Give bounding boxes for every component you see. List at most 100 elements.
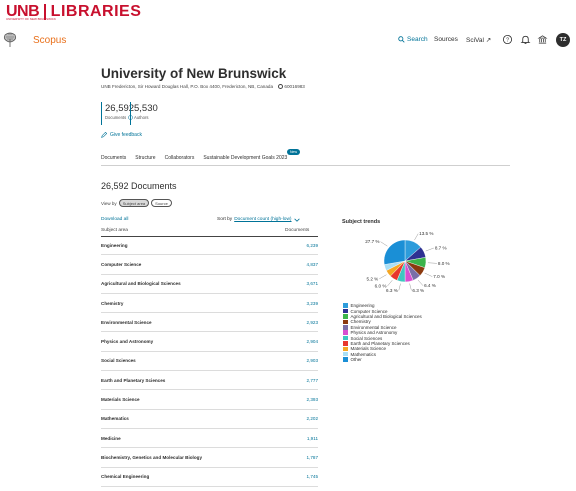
row-count-link[interactable]: 3,671 — [307, 281, 319, 286]
institution-address: UNB Fredericton, Sir Howard Douglas Hall… — [101, 84, 305, 89]
authors-metric[interactable]: 5,530 Authors — [134, 103, 158, 120]
download-all-link[interactable]: Download all — [101, 217, 128, 222]
address-separator — [274, 84, 277, 89]
pie-data-label: 6.4 % — [424, 283, 436, 288]
documents-heading: 26,592 Documents — [101, 181, 177, 191]
help-icon[interactable]: ? — [502, 34, 513, 45]
legend-swatch — [343, 330, 348, 335]
scopus-brand[interactable]: Scopus — [33, 35, 66, 46]
view-subject-area-chip[interactable]: Subject area — [118, 199, 150, 207]
pie-label-leader — [424, 272, 433, 277]
legend-swatch — [343, 319, 348, 325]
row-subject: Chemistry — [101, 300, 124, 306]
svg-text:?: ? — [506, 38, 509, 44]
row-count-link[interactable]: 3,239 — [307, 301, 319, 306]
legend-swatch — [343, 341, 348, 346]
row-subject: Earth and Planetary Sciences — [101, 377, 166, 383]
pie-data-label: 13.5 % — [419, 231, 433, 236]
row-subject: Medicine — [101, 435, 121, 441]
legend-label: Other — [350, 357, 362, 363]
chevron-down-icon — [293, 218, 300, 222]
pie-label-leader — [380, 241, 388, 247]
row-subject: Social Sciences — [101, 358, 136, 364]
pie-label-leader — [398, 283, 401, 291]
institution-icon[interactable] — [537, 34, 548, 45]
column-header-documents: Documents — [285, 228, 310, 233]
legend-label: Engineering — [350, 303, 375, 309]
row-subject: Biochemistry, Genetics and Molecular Bio… — [101, 454, 203, 460]
sort-value[interactable]: Document count (high-low) — [234, 217, 291, 222]
legend-item: Other — [343, 357, 422, 362]
documents-label: Documents — [105, 115, 127, 120]
column-header-subject: Subject area — [101, 228, 128, 233]
give-feedback-link[interactable]: Give feedback — [101, 132, 142, 138]
row-count-link[interactable]: 1,911 — [307, 436, 318, 441]
legend-swatch — [343, 314, 348, 319]
row-subject: Environmental Science — [101, 319, 152, 325]
pie-data-label: 5.2 % — [367, 276, 379, 281]
legend-label: Social Sciences — [350, 335, 383, 341]
legend-label: Agricultural and Biological Sciences — [350, 313, 422, 319]
search-nav-label: Search — [407, 36, 428, 43]
pie-label-leader — [379, 274, 387, 279]
subject-table: Engineering 6,239 Computer Science 4,837 A… — [101, 236, 318, 487]
view-by-label: View by — [101, 200, 117, 206]
user-avatar[interactable]: TZ — [556, 33, 570, 47]
legend-swatch — [343, 346, 348, 352]
pie-label-leader — [409, 283, 412, 291]
table-row: Chemical Engineering 1,745 — [101, 468, 318, 487]
table-row: Mathematics 2,202 — [101, 410, 318, 429]
table-row: Physics and Astronomy 2,904 — [101, 332, 319, 352]
pie-data-label: 6.0 % — [375, 284, 387, 289]
legend-swatch — [343, 351, 348, 357]
pie-data-label: 27.7 % — [365, 239, 379, 244]
row-count-link[interactable]: 2,903 — [307, 358, 319, 363]
pie-slice[interactable] — [383, 239, 406, 265]
pie-label-leader — [387, 280, 393, 287]
legend-swatch — [343, 303, 348, 308]
row-subject: Agricultural and Biological Sciences — [101, 281, 181, 287]
unb-subtitle: UNIVERSITY OF NEW BRUNSWICK — [6, 17, 56, 21]
pencil-icon — [101, 132, 107, 138]
row-count-link[interactable]: 2,202 — [307, 416, 319, 421]
elsevier-tree-icon[interactable] — [2, 30, 18, 48]
scival-nav[interactable]: SciVal ↗ — [466, 36, 491, 44]
row-subject: Physics and Astronomy — [101, 339, 154, 345]
row-count-link[interactable]: 2,923 — [307, 320, 319, 325]
table-row: Environmental Science 2,923 — [101, 313, 319, 333]
search-nav[interactable]: Search — [398, 36, 428, 43]
libraries-wordmark: LIBRARIES — [50, 3, 142, 20]
legend-swatch — [343, 325, 348, 330]
table-row: Engineering 6,239 — [101, 236, 319, 256]
table-row: Biochemistry, Genetics and Molecular Bio… — [101, 448, 319, 468]
pie-label-leader — [425, 247, 434, 252]
row-count-link[interactable]: 4,837 — [307, 262, 319, 267]
page-title: University of New Brunswick — [101, 66, 287, 81]
institution-id-icon — [278, 84, 284, 89]
institution-id: 60016983 — [284, 84, 305, 89]
table-row: Medicine 1,911 — [101, 429, 318, 449]
legend-label: Physics and Astronomy — [350, 330, 398, 336]
row-count-link[interactable]: 2,393 — [307, 397, 319, 402]
row-count-link[interactable]: 2,904 — [307, 339, 319, 344]
subject-trends-legend: Engineering Computer Science Agricultura… — [343, 303, 422, 362]
row-count-link[interactable]: 2,777 — [307, 378, 319, 383]
metric-divider — [101, 102, 102, 125]
pie-data-label: 6.3 % — [412, 288, 424, 293]
legend-label: Mathematics — [350, 351, 377, 357]
row-count-link[interactable]: 1,787 — [307, 455, 319, 460]
give-feedback-label: Give feedback — [110, 132, 142, 138]
legend-label: Computer Science — [350, 308, 388, 314]
pie-label-leader — [417, 279, 424, 286]
row-count-link[interactable]: 1,745 — [307, 474, 319, 479]
sort-control[interactable]: Sort by Document count (high-low) — [217, 217, 300, 222]
sources-nav[interactable]: Sources — [434, 36, 458, 43]
address-text: UNB Fredericton, Sir Howard Douglas Hall… — [101, 84, 274, 89]
table-row: Agricultural and Biological Sciences 3,67… — [101, 275, 318, 294]
subject-trends-pie-chart: 13.5 %8.7 %8.0 %7.0 %6.4 %6.3 %6.3 %6.0 … — [365, 231, 449, 293]
row-subject: Materials Science — [101, 397, 140, 403]
view-source-chip[interactable]: Source — [151, 199, 172, 207]
bell-icon[interactable] — [520, 34, 531, 45]
row-count-link[interactable]: 6,239 — [307, 243, 319, 248]
tabs-divider — [101, 165, 510, 166]
